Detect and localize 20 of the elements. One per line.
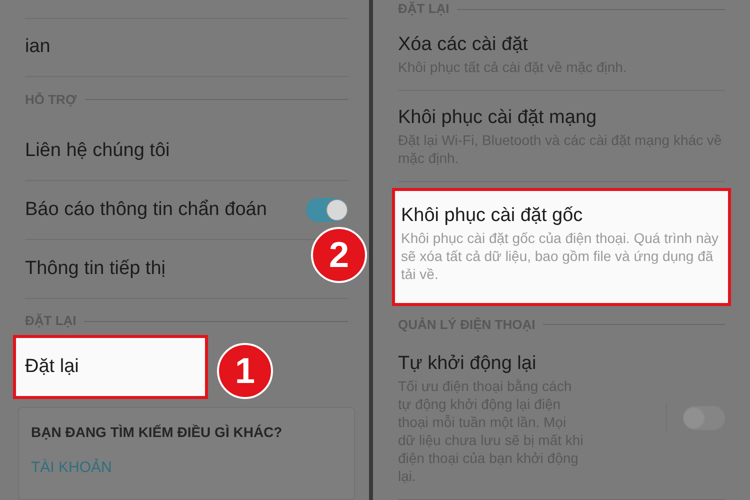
setting-title: Xóa các cài đặt: [398, 33, 528, 57]
setting-description: Khôi phục cài đặt gốc của điện thoại. Quá trình này sẽ xóa tất cả dữ liệu, bao gồm file và ứng dụng đã tải về.: [401, 229, 720, 283]
setting-title: Tự khởi động lại: [398, 352, 536, 376]
setting-title: Liên hệ chúng tôi: [25, 138, 170, 163]
card-title: BẠN ĐANG TÌM KIẾM ĐIỀU GÌ KHÁC?: [31, 422, 284, 442]
step-badge: 1: [217, 343, 273, 399]
setting-row[interactable]: ian: [25, 30, 50, 64]
setting-title: Khôi phục cài đặt mạng: [398, 106, 597, 130]
highlighted-setting-row[interactable]: Khôi phục cài đặt gốc Khôi phục cài đặt gốc của điện thoại. Quá trình này sẽ xóa tất cả dữ liệu, bao gồm file và ứng dụng đã tải về.: [392, 188, 731, 306]
setting-title: Khôi phục cài đặt gốc: [401, 204, 583, 228]
setting-title: Đặt lại: [25, 354, 79, 378]
setting-row[interactable]: Thông tin tiếp thị: [25, 252, 166, 286]
setting-title: Báo cáo thông tin chẩn đoán: [25, 198, 267, 222]
highlighted-setting-row[interactable]: Đặt lại: [13, 334, 208, 398]
setting-row[interactable]: Báo cáo thông tin chẩn đoán: [25, 192, 348, 227]
setting-row[interactable]: Liên hệ chúng tôi: [25, 134, 170, 168]
setting-title: ian: [25, 35, 50, 59]
setting-title: Thông tin tiếp thị: [25, 256, 166, 281]
step-badge: 2: [311, 227, 367, 283]
toggle-switch[interactable]: [306, 198, 348, 222]
